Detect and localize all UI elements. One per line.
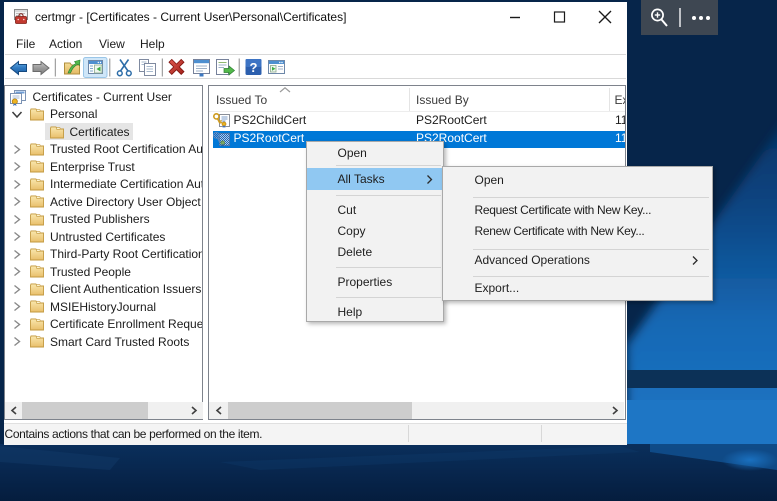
svg-text:?: ?	[250, 60, 258, 75]
